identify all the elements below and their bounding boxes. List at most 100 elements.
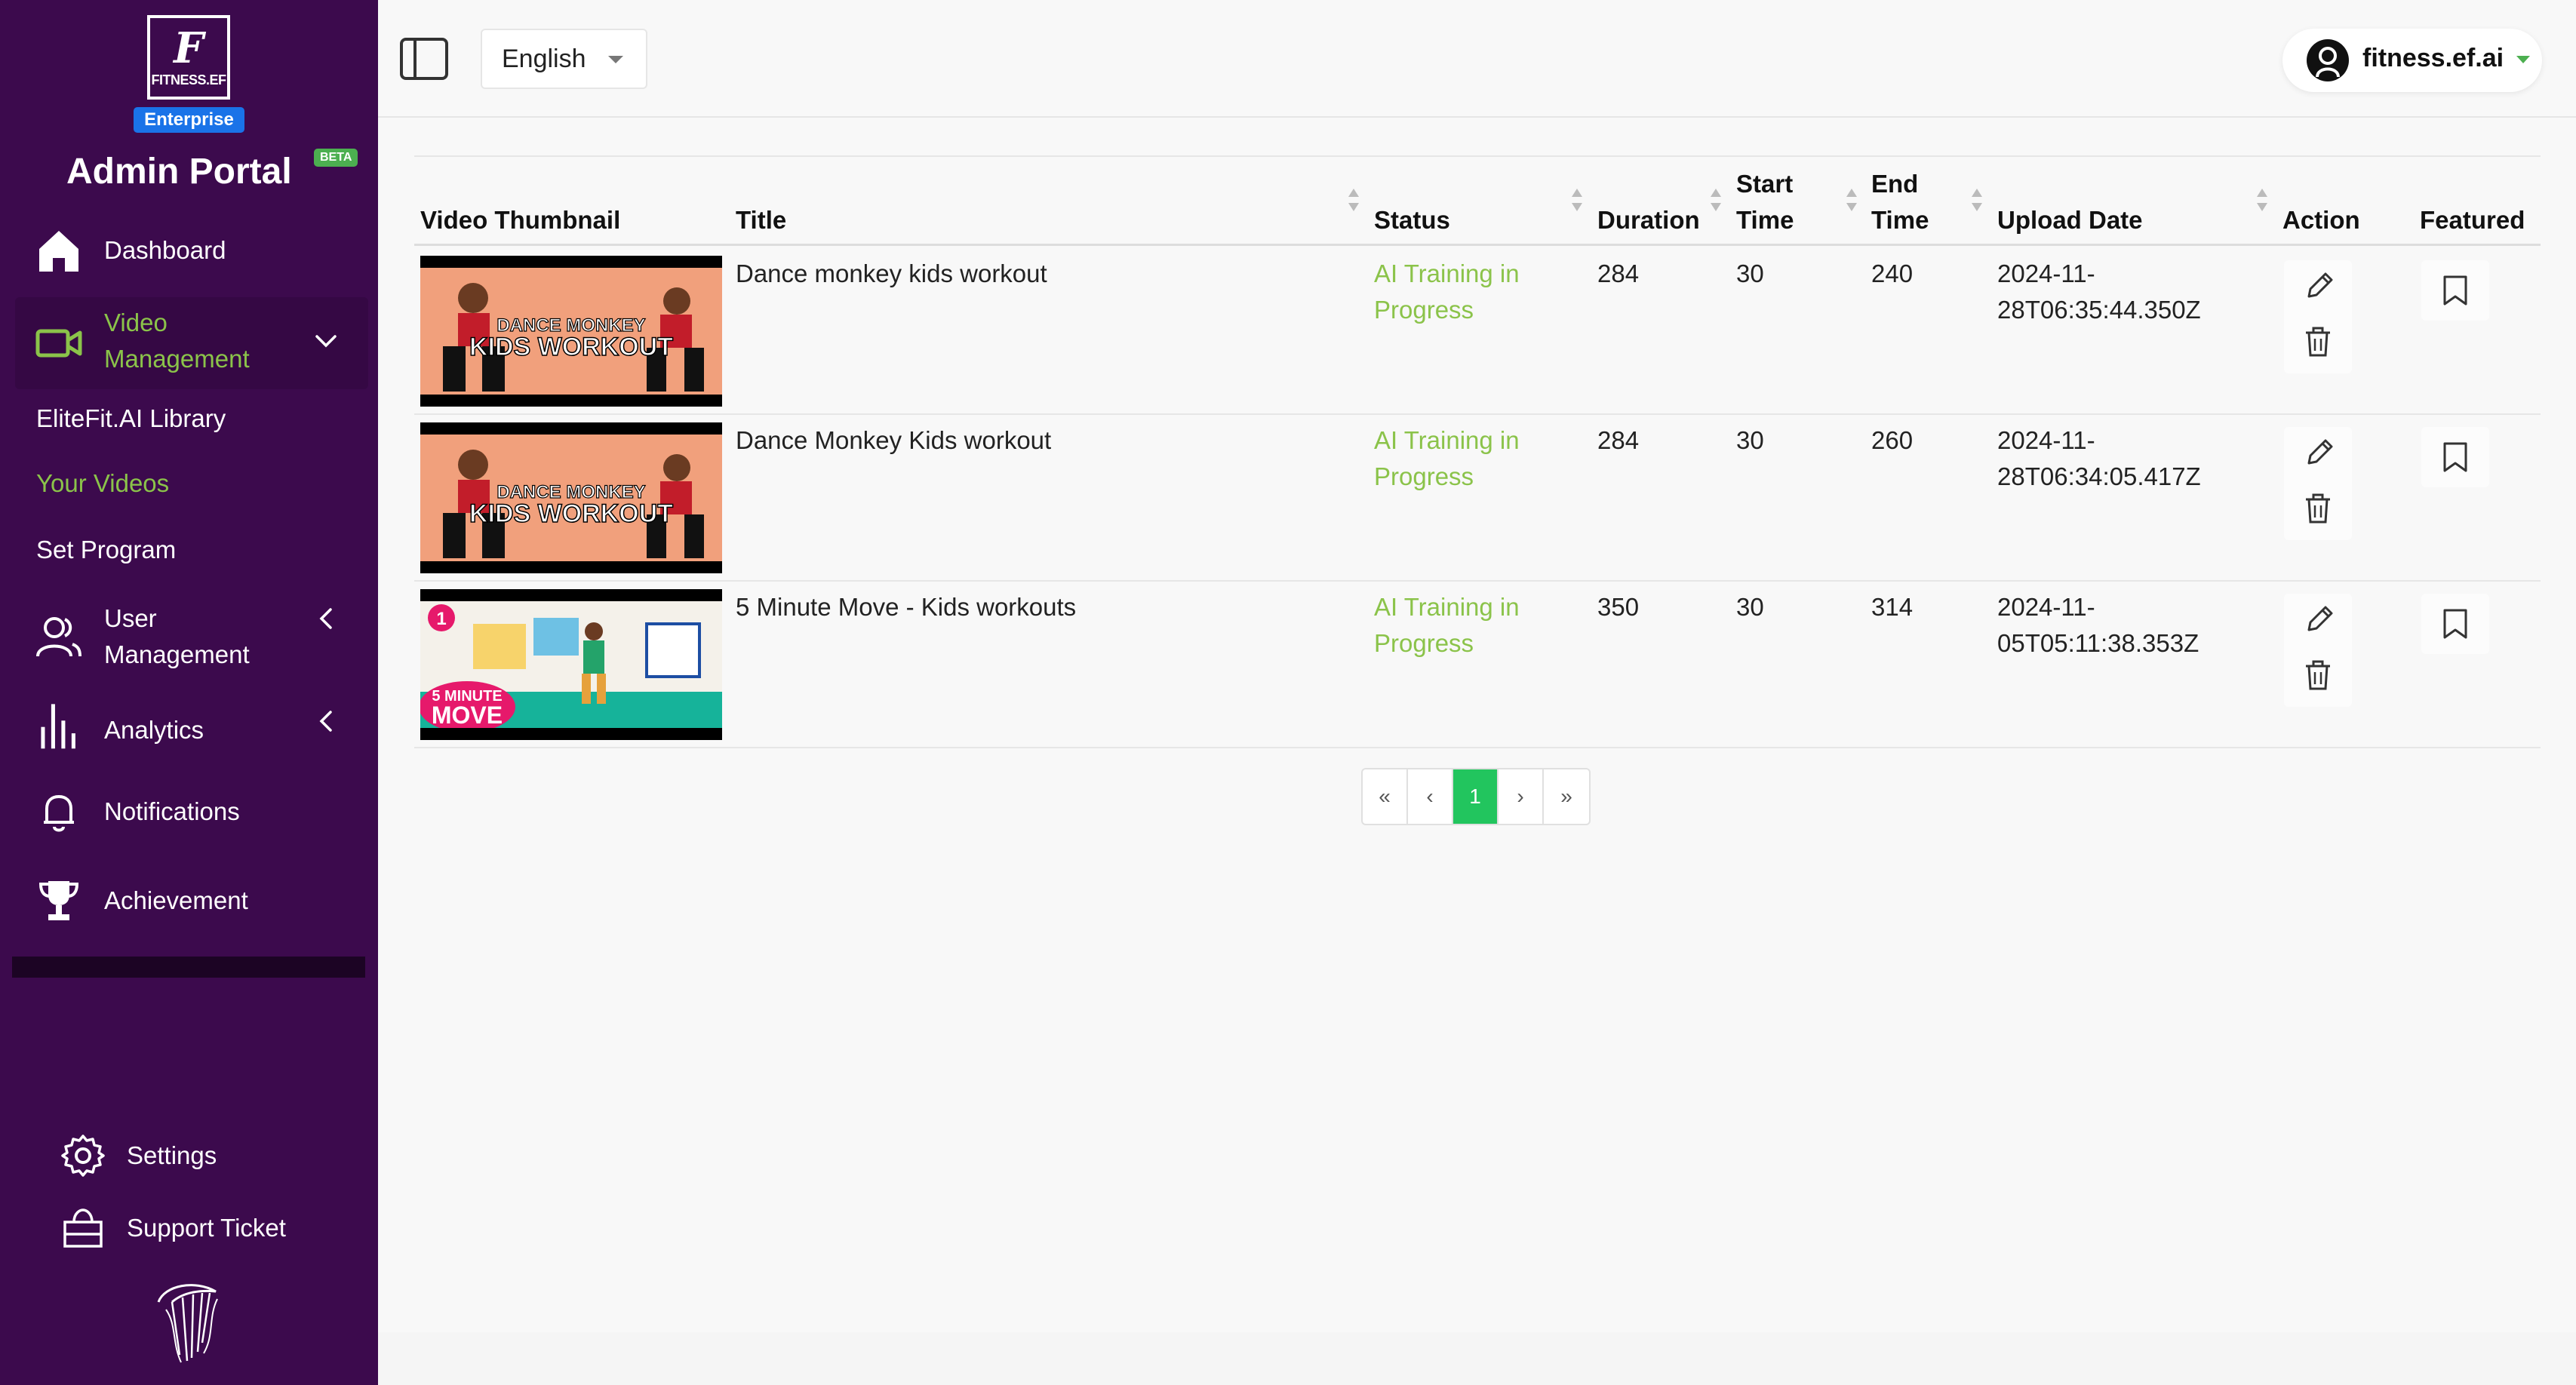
logo-letter: F [174, 23, 204, 73]
start-time-value: 30 [1736, 259, 1764, 287]
sidebar-item-notifications[interactable]: Notifications [0, 788, 378, 836]
video-thumbnail[interactable]: DANCE MONKEY KIDS WORKOUT [420, 256, 722, 407]
chevron-down-icon[interactable] [312, 327, 340, 355]
column-header-upload-date[interactable]: Upload Date [1997, 202, 2143, 238]
sidebar-item-label: Achievement [104, 886, 248, 914]
sort-icon[interactable] [1845, 187, 1858, 213]
sidebar-item-video-management[interactable]: Video Management [0, 297, 378, 389]
sort-icon[interactable] [2255, 187, 2269, 213]
upload-date-line2: 05T05:11:38.353Z [1997, 629, 2199, 657]
thumbnail-caption: MOVE [432, 702, 503, 728]
column-header-start-time-line2[interactable]: Time [1736, 202, 1794, 238]
account-menu[interactable]: fitness.ef.ai [2282, 29, 2542, 92]
portal-title: Admin Portal [66, 152, 292, 192]
table-row[interactable]: 1 5 MINUTE MOVE 5 Minute Move - Kids wor… [414, 582, 2541, 748]
logo-text: FITNESS.EF [151, 72, 226, 88]
start-time-value: 30 [1736, 426, 1764, 454]
pagination: « ‹ 1 › » [1361, 768, 1591, 825]
upload-date-line1: 2024-11- [1997, 593, 2095, 621]
delete-icon[interactable] [2303, 492, 2333, 525]
thumbnail-number: 1 [436, 609, 446, 629]
chevron-left-icon[interactable] [312, 708, 340, 735]
subnav-your-videos[interactable]: Your Videos [36, 469, 169, 498]
column-header-title[interactable]: Title [736, 202, 786, 238]
subnav-set-program[interactable]: Set Program [36, 536, 176, 564]
duration-value: 350 [1597, 593, 1640, 621]
sidebar-item-label-line2: Management [104, 345, 250, 373]
sort-icon[interactable] [1970, 187, 1984, 213]
end-time-value: 314 [1871, 593, 1914, 621]
page-button-current[interactable]: 1 [1453, 769, 1499, 824]
brand-logo[interactable]: F FITNESS.EF [147, 15, 230, 100]
edit-icon[interactable] [2303, 603, 2333, 636]
table-row[interactable]: DANCE MONKEY KIDS WORKOUT Dance monkey k… [414, 248, 2541, 415]
language-select[interactable]: English [481, 29, 647, 89]
sidebar-item-support-ticket[interactable]: Support Ticket [60, 1205, 286, 1251]
thumbnail-caption: KIDS WORKOUT [469, 499, 673, 528]
gear-icon [61, 1135, 105, 1177]
chevron-left-icon[interactable] [312, 605, 340, 632]
featured-toggle[interactable] [2421, 260, 2489, 321]
next-page-button[interactable]: › [1499, 769, 1544, 824]
status-line1: AI Training in [1374, 259, 1520, 287]
video-title: Dance Monkey Kids workout [736, 426, 1052, 454]
caret-down-icon [2516, 56, 2530, 63]
sidebar-item-label: Settings [127, 1141, 217, 1169]
column-header-status[interactable]: Status [1374, 202, 1450, 238]
sidebar-item-label: Dashboard [104, 236, 226, 264]
bell-icon [35, 788, 83, 836]
sidebar-item-label-line2: Management [104, 640, 250, 668]
featured-toggle[interactable] [2421, 427, 2489, 487]
sidebar-item-analytics[interactable]: Analytics [0, 702, 378, 759]
sort-icon[interactable] [1709, 187, 1723, 213]
avatar [2305, 38, 2350, 83]
sort-icon[interactable] [1347, 187, 1360, 213]
sidebar-item-achievement[interactable]: Achievement [0, 877, 378, 925]
sidebar-item-label-line1: User [104, 604, 157, 632]
delete-icon[interactable] [2303, 659, 2333, 692]
delete-icon[interactable] [2303, 325, 2333, 358]
featured-toggle[interactable] [2421, 594, 2489, 654]
video-camera-icon [35, 319, 83, 367]
column-header-start-time-line1[interactable]: Start [1736, 166, 1793, 202]
sidebar-item-label: Support Ticket [127, 1214, 286, 1242]
sidebar-toggle-icon [400, 38, 448, 80]
home-icon [35, 226, 83, 275]
last-page-button[interactable]: » [1544, 769, 1589, 824]
sort-icon[interactable] [1570, 187, 1584, 213]
trophy-icon [35, 877, 83, 925]
subnav-elitefit-library[interactable]: EliteFit.AI Library [36, 404, 226, 433]
sidebar-item-user-management[interactable]: User Management [0, 599, 378, 674]
column-header-end-time-line2[interactable]: Time [1871, 202, 1929, 238]
edit-icon[interactable] [2303, 436, 2333, 469]
table-header: Video Thumbnail Title Status Duration St… [414, 157, 2541, 246]
action-cell [2284, 427, 2352, 540]
action-cell [2284, 594, 2352, 707]
sidebar-item-dashboard[interactable]: Dashboard [0, 226, 378, 275]
action-cell [2284, 260, 2352, 373]
prev-page-button[interactable]: ‹ [1408, 769, 1453, 824]
bookmark-icon [2443, 275, 2467, 306]
duration-value: 284 [1597, 426, 1640, 454]
video-thumbnail[interactable]: DANCE MONKEY KIDS WORKOUT [420, 422, 722, 573]
sidebar-item-label: Analytics [104, 716, 204, 744]
top-header [378, 0, 2576, 118]
footer [378, 1332, 2576, 1385]
duration-value: 284 [1597, 259, 1640, 287]
first-page-button[interactable]: « [1363, 769, 1408, 824]
video-title: Dance monkey kids workout [736, 259, 1047, 287]
enterprise-badge: Enterprise [134, 107, 244, 133]
upload-date-line2: 28T06:35:44.350Z [1997, 296, 2201, 324]
column-header-duration[interactable]: Duration [1597, 202, 1700, 238]
bookmark-icon [2443, 442, 2467, 472]
end-time-value: 240 [1871, 259, 1914, 287]
sidebar-toggle-button[interactable] [398, 36, 450, 81]
column-header-end-time-line1[interactable]: End [1871, 166, 1918, 202]
video-thumbnail[interactable]: 1 5 MINUTE MOVE [420, 589, 722, 740]
sidebar-item-settings[interactable]: Settings [60, 1133, 217, 1178]
sidebar-scroll-area[interactable] [12, 957, 365, 978]
edit-icon[interactable] [2303, 269, 2333, 302]
language-value: English [502, 44, 586, 73]
table-row[interactable]: DANCE MONKEY KIDS WORKOUT Dance Monkey K… [414, 415, 2541, 582]
account-name: fitness.ef.ai [2362, 44, 2504, 72]
